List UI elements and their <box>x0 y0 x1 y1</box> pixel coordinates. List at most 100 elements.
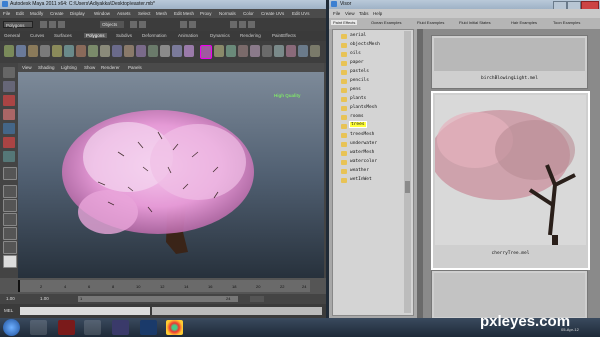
paint-effects-icon[interactable] <box>200 45 212 59</box>
folder-weather[interactable]: weather <box>350 168 369 173</box>
menu-file[interactable]: File <box>3 11 10 16</box>
shelf-tab-deformation[interactable]: Deformation <box>142 33 167 38</box>
rotate-tool-icon[interactable] <box>3 123 15 134</box>
folder-pastels[interactable]: pastels <box>350 69 369 74</box>
perspective-viewport[interactable] <box>18 72 324 278</box>
lasso-tool-icon[interactable] <box>3 81 15 92</box>
boolean-icon[interactable] <box>124 45 134 57</box>
folder-trees-selected[interactable]: trees <box>349 121 367 128</box>
render-icon[interactable] <box>230 21 237 28</box>
range-current-field[interactable]: 1.00 <box>40 296 49 301</box>
folder-plantsmesh[interactable]: plantsMesh <box>350 105 377 110</box>
maya-taskbar-button[interactable] <box>30 320 47 335</box>
after-effects-taskbar-button[interactable] <box>112 320 129 335</box>
persp-outliner-layout-icon[interactable] <box>3 213 17 226</box>
automatic-mapping-icon[interactable] <box>298 45 308 57</box>
folder-underwater[interactable]: underwater <box>350 141 377 146</box>
cylindrical-mapping-icon[interactable] <box>274 45 284 57</box>
shelf-tab-polygons[interactable]: Polygons <box>84 33 107 38</box>
brush-card-birch[interactable]: birchBlowingLight.mel <box>431 35 588 89</box>
select-tool-icon[interactable] <box>3 67 15 78</box>
shelf-tab-rendering[interactable]: Rendering <box>240 33 261 38</box>
visor-menu-file[interactable]: File <box>333 11 340 16</box>
current-time-marker[interactable] <box>18 280 20 292</box>
menu-normals[interactable]: Normals <box>219 11 236 16</box>
time-slider[interactable]: 2 4 6 8 10 12 14 16 18 20 22 24 <box>0 278 326 294</box>
poly-cone-icon[interactable] <box>40 45 50 57</box>
folder-rooms[interactable]: rooms <box>350 114 364 119</box>
chrome-taskbar-button[interactable] <box>166 320 183 335</box>
scrollbar-thumb[interactable] <box>405 181 410 193</box>
four-view-layout-icon[interactable] <box>3 199 17 212</box>
viewport-menu-renderer[interactable]: Renderer <box>101 65 120 70</box>
scale-tool-icon[interactable] <box>3 137 15 148</box>
menu-create[interactable]: Create <box>50 11 64 16</box>
persp-graph-layout-icon[interactable] <box>3 227 17 240</box>
folder-watercolor[interactable]: watercolor <box>350 159 377 164</box>
tab-paint-effects[interactable]: Paint Effects <box>331 20 358 25</box>
objects-selector[interactable]: Objects <box>100 21 124 28</box>
shelf-tab-animation[interactable]: Animation <box>178 33 198 38</box>
menu-color[interactable]: Color <box>243 11 254 16</box>
photoshop-taskbar-button[interactable] <box>140 320 157 335</box>
shelf-tab-dynamics[interactable]: Dynamics <box>210 33 230 38</box>
ipr-render-icon[interactable] <box>239 21 246 28</box>
paint-select-tool-icon[interactable] <box>3 95 15 106</box>
combine-icon[interactable] <box>76 45 86 57</box>
folder-pens[interactable]: pens <box>350 87 361 92</box>
shelf-tab-curves[interactable]: Curves <box>30 33 44 38</box>
mel-command-input[interactable] <box>20 307 150 315</box>
tab-toon-examples[interactable]: Toon Examples <box>551 20 582 25</box>
viewport-menu-lighting[interactable]: Lighting <box>61 65 77 70</box>
folder-treesmesh[interactable]: treesMesh <box>350 132 374 137</box>
folder-wetinwet[interactable]: wetInWet <box>350 177 372 182</box>
shelf-tab-painteffects[interactable]: PaintEffects <box>272 33 296 38</box>
poly-sphere-icon[interactable] <box>4 45 14 57</box>
last-tool-icon[interactable] <box>3 167 17 180</box>
spherical-mapping-icon[interactable] <box>286 45 296 57</box>
tab-fluid-examples[interactable]: Fluid Examples <box>415 20 446 25</box>
brush-card-cherry-tree[interactable]: cherryTree.mel <box>431 91 590 270</box>
smooth-icon[interactable] <box>112 45 122 57</box>
zbrush-taskbar-button[interactable] <box>84 320 101 335</box>
merge-icon[interactable] <box>238 45 248 57</box>
viewport-menu-show[interactable]: Show <box>84 65 95 70</box>
menu-window[interactable]: Window <box>94 11 110 16</box>
range-start-field[interactable]: 1.00 <box>6 296 15 301</box>
poly-plane-icon[interactable] <box>52 45 62 57</box>
poly-cylinder-icon[interactable] <box>28 45 38 57</box>
menu-edit-uvs[interactable]: Edit UVs <box>292 11 310 16</box>
viewport-menu-panels[interactable]: Panels <box>128 65 142 70</box>
shelf-options-icon[interactable] <box>310 45 320 57</box>
range-end-field[interactable] <box>250 296 264 302</box>
split-polygon-icon[interactable] <box>214 45 224 57</box>
shelf-tab-surfaces[interactable]: Surfaces <box>54 33 72 38</box>
render-settings-icon[interactable] <box>248 21 255 28</box>
tab-ocean-examples[interactable]: Ocean Examples <box>369 20 403 25</box>
viewport-menu-shading[interactable]: Shading <box>38 65 55 70</box>
range-slider[interactable]: 1 24 <box>78 296 238 302</box>
insert-edge-loop-icon[interactable] <box>226 45 236 57</box>
folder-objectsmesh[interactable]: objectsMesh <box>350 42 380 47</box>
menu-edit[interactable]: Edit <box>16 11 24 16</box>
menu-modify[interactable]: Modify <box>30 11 43 16</box>
mode-selector[interactable]: Polygons <box>3 21 33 28</box>
save-scene-icon[interactable] <box>58 21 65 28</box>
uv-editor-icon[interactable] <box>250 45 260 57</box>
shelf-tab-general[interactable]: General <box>4 33 20 38</box>
media-taskbar-button[interactable] <box>58 320 75 335</box>
menu-mesh[interactable]: Mesh <box>156 11 167 16</box>
outliner-layout-icon[interactable] <box>3 255 17 268</box>
folder-paper[interactable]: paper <box>350 60 364 65</box>
manipulator-tool-icon[interactable] <box>3 151 15 162</box>
menu-assets[interactable]: Assets <box>117 11 131 16</box>
tab-hair-examples[interactable]: Hair Examples <box>509 20 539 25</box>
poly-cube-icon[interactable] <box>16 45 26 57</box>
visor-menu-view[interactable]: View <box>345 11 355 16</box>
move-tool-icon[interactable] <box>3 109 15 120</box>
poly-torus-icon[interactable] <box>64 45 74 57</box>
menu-proxy[interactable]: Proxy <box>200 11 212 16</box>
menu-create-uvs[interactable]: Create UVs <box>261 11 284 16</box>
snap-grid-icon[interactable] <box>180 21 187 28</box>
bridge-icon[interactable] <box>172 45 182 57</box>
